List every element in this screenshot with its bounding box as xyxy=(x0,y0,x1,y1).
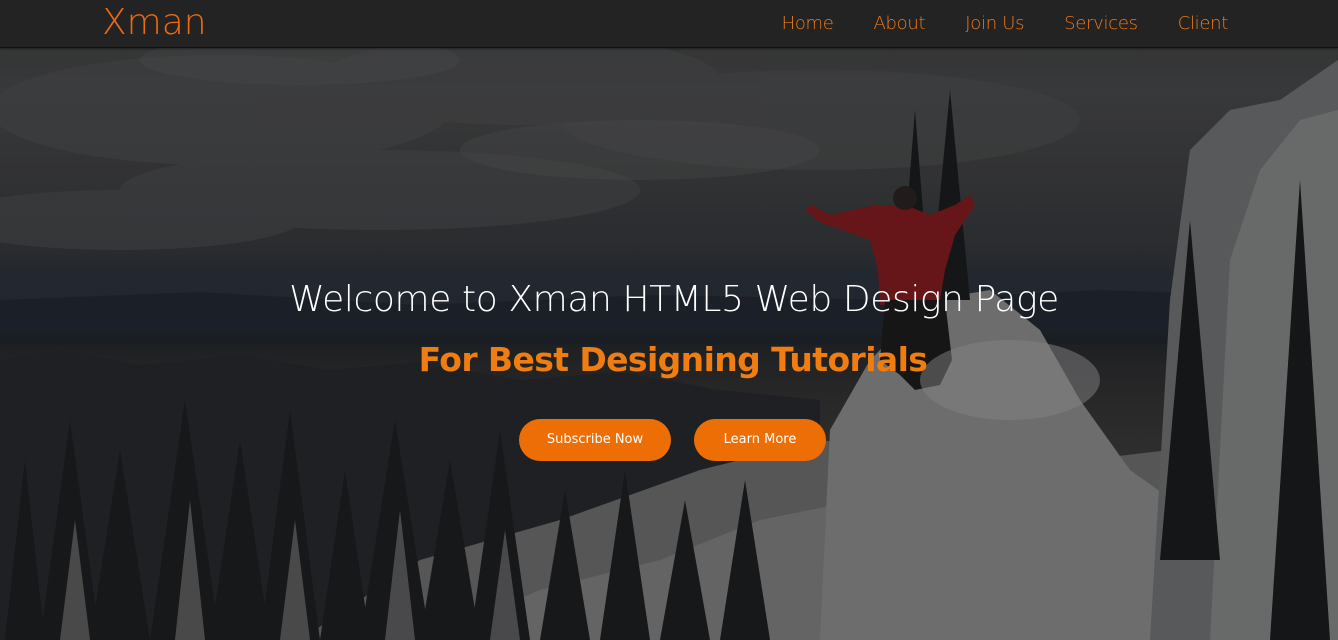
page: Xman Home About Join Us Services Client … xyxy=(0,0,1338,640)
navbar: Xman Home About Join Us Services Client xyxy=(0,0,1338,48)
subscribe-now-button[interactable]: Subscribe Now xyxy=(519,419,671,461)
nav-link-about[interactable]: About xyxy=(874,0,926,47)
nav-menu: Home About Join Us Services Client xyxy=(782,0,1338,47)
nav-link-services[interactable]: Services xyxy=(1064,0,1138,47)
nav-link-client[interactable]: Client xyxy=(1178,0,1229,47)
learn-more-button[interactable]: Learn More xyxy=(694,419,826,461)
hero-subtitle: For Best Designing Tutorials xyxy=(418,340,928,379)
hero-title: Welcome to Xman HTML5 Web Design Page xyxy=(289,279,1059,320)
brand-logo[interactable]: Xman xyxy=(102,2,207,44)
hero-section: Welcome to Xman HTML5 Web Design Page Fo… xyxy=(0,0,1338,640)
nav-link-home[interactable]: Home xyxy=(782,0,834,47)
nav-link-join-us[interactable]: Join Us xyxy=(965,0,1024,47)
